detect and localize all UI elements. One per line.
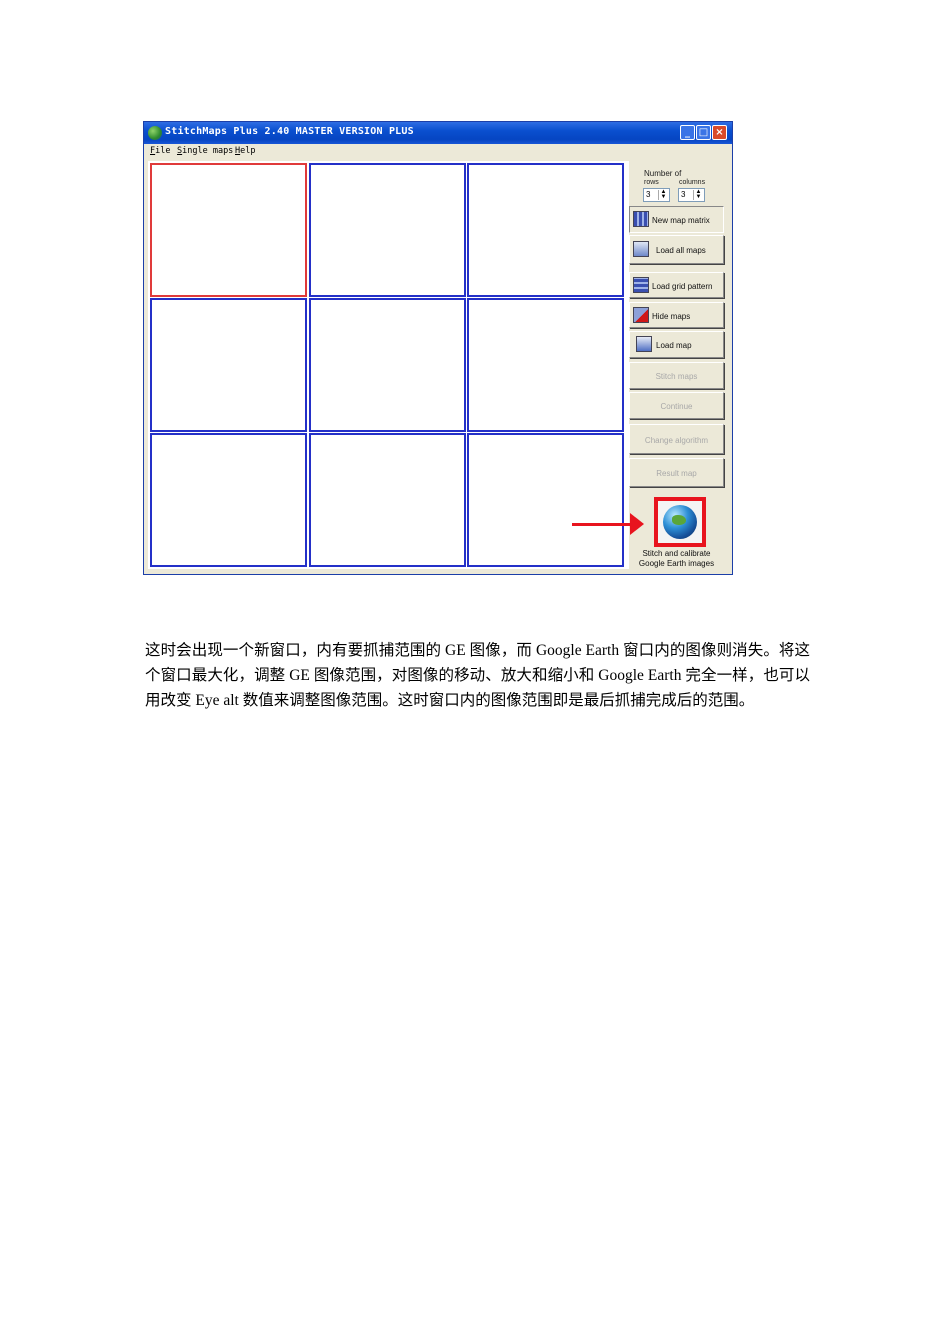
load-grid-pattern-button[interactable]: Load grid pattern [629,272,724,298]
map-cell-3-3[interactable] [467,433,624,567]
result-map-button[interactable]: Result map [629,458,724,487]
load-all-maps-button[interactable]: Load all maps [629,235,724,264]
stitch-maps-button[interactable]: Stitch maps [629,362,724,389]
map-cell-1-2[interactable] [309,163,466,297]
rows-spinner[interactable]: 3 ▲ ▼ [643,188,670,202]
window-title: StitchMaps Plus 2.40 MASTER VERSION PLUS [165,126,414,137]
spinner-arrows-icon[interactable]: ▲ ▼ [658,189,668,200]
hide-maps-button[interactable]: Hide maps [629,302,724,328]
menu-help[interactable]: Help [235,146,255,156]
minimize-button[interactable]: _ [680,125,695,140]
body-paragraph: 这时会出现一个新窗口，内有要抓捕范围的 GE 图像，而 Google Earth… [145,642,810,709]
single-map-icon [636,336,652,352]
menu-single-maps[interactable]: Single maps [177,146,233,156]
google-earth-caption: Stitch and calibrate Google Earth images [638,549,715,568]
map-cell-2-2[interactable] [309,298,466,432]
columns-spinner[interactable]: 3 ▲ ▼ [678,188,705,202]
map-cell-3-1[interactable] [150,433,307,567]
grid-matrix-icon [633,211,649,227]
rows-value: 3 [646,190,651,199]
red-arrow-shaft [572,523,636,526]
close-button[interactable]: × [712,125,727,140]
stacked-maps-icon [633,241,649,257]
hide-maps-icon [633,307,649,323]
google-earth-stitch-button[interactable] [654,497,706,547]
red-arrow-icon [630,513,644,535]
map-cell-2-3[interactable] [467,298,624,432]
menu-bar: File Single maps Help [144,144,732,160]
menu-file[interactable]: File [150,146,170,156]
change-algorithm-button[interactable]: Change algorithm [629,424,724,454]
columns-value: 3 [681,190,686,199]
rows-label: rows [644,179,659,186]
title-bar[interactable]: StitchMaps Plus 2.40 MASTER VERSION PLUS… [144,122,732,144]
map-matrix [148,161,629,569]
spinner-arrows-icon[interactable]: ▲ ▼ [693,189,703,200]
globe-icon [663,505,697,539]
columns-label: columns [679,179,706,186]
app-globe-icon [148,126,162,140]
continue-button[interactable]: Continue [629,392,724,419]
map-cell-1-3[interactable] [467,163,624,297]
grid-pattern-icon [633,277,649,293]
map-cell-3-2[interactable] [309,433,466,567]
maximize-button[interactable]: □ [696,125,711,140]
map-cell-2-1[interactable] [150,298,307,432]
new-map-matrix-button[interactable]: New map matrix [629,206,724,233]
number-of-label: Number of [644,169,682,178]
map-cell-1-1[interactable] [150,163,307,297]
load-map-button[interactable]: Load map [629,331,724,358]
stitchmaps-window: StitchMaps Plus 2.40 MASTER VERSION PLUS… [143,121,733,575]
